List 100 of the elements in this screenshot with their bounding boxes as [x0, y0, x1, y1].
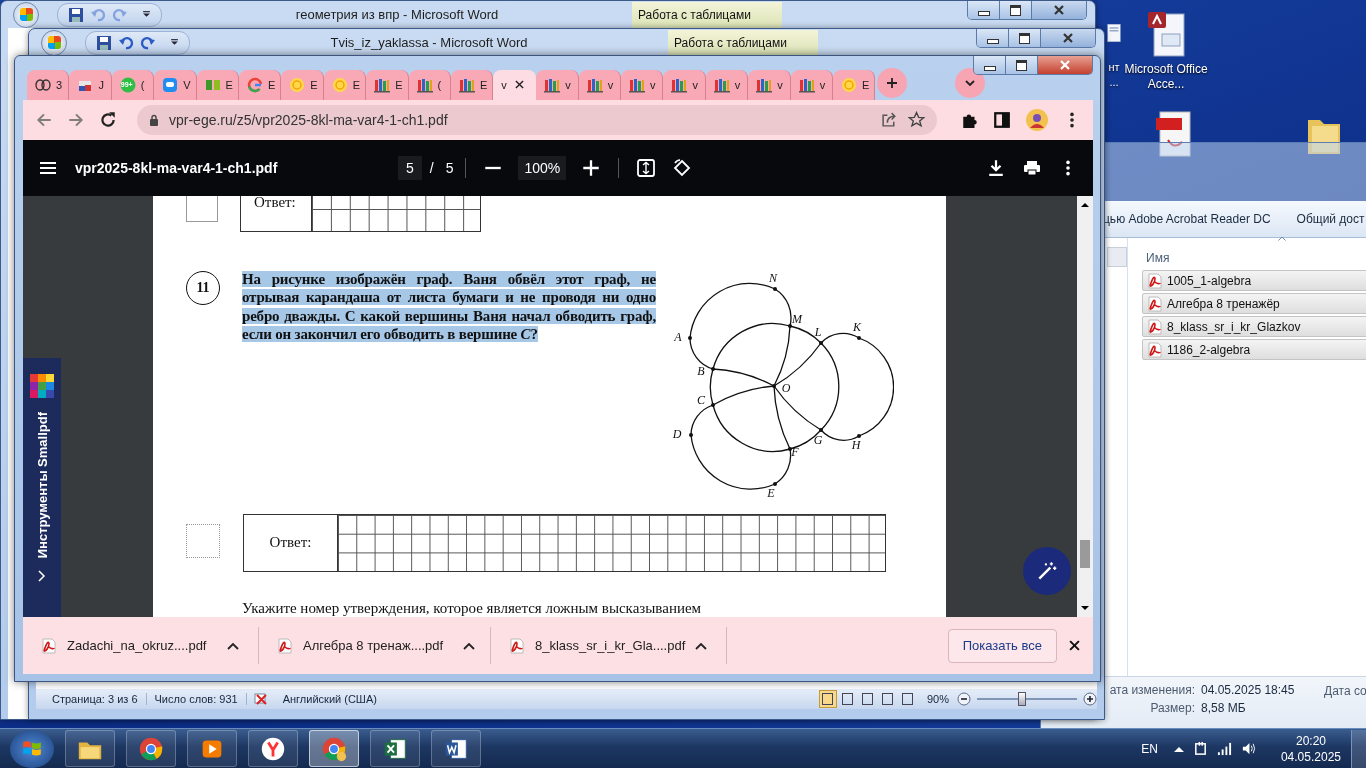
- minimize-button[interactable]: [977, 29, 1009, 47]
- caret-up-icon[interactable]: [463, 641, 475, 650]
- browser-tab[interactable]: J: [69, 69, 112, 100]
- side-panel[interactable]: Инструменты Smallpdf: [23, 357, 61, 618]
- signal-icon[interactable]: [1216, 741, 1232, 756]
- context-tab[interactable]: Работа с таблицами: [668, 29, 818, 56]
- browser-tab[interactable]: v: [748, 69, 791, 100]
- minimize-button[interactable]: [974, 56, 1006, 74]
- browser-tab[interactable]: E: [238, 69, 282, 100]
- start-button[interactable]: [10, 729, 54, 768]
- scroll-down-icon[interactable]: [1081, 605, 1089, 612]
- power-plug-icon[interactable]: [1192, 741, 1208, 756]
- toolbar-item[interactable]: Общий дост: [1296, 210, 1365, 228]
- clock[interactable]: 20:20 04.05.2025: [1280, 732, 1341, 765]
- zoom-field[interactable]: 100%: [518, 155, 567, 180]
- redo-icon[interactable]: [140, 34, 156, 51]
- taskbar-button[interactable]: [65, 730, 115, 767]
- taskbar-button[interactable]: [248, 730, 298, 767]
- browser-tab[interactable]: 3: [27, 69, 70, 100]
- zoom-level[interactable]: 90%: [926, 693, 949, 705]
- office-button[interactable]: [41, 29, 67, 56]
- show-all-button[interactable]: Показать все: [947, 628, 1057, 663]
- browser-tab[interactable]: E: [281, 69, 324, 100]
- browser-tab[interactable]: v: [663, 69, 706, 100]
- status-text[interactable]: Английский (США): [274, 693, 385, 705]
- side-panel-icon[interactable]: [993, 110, 1011, 129]
- close-icon[interactable]: [514, 80, 524, 90]
- share-icon[interactable]: [881, 111, 898, 129]
- address-field[interactable]: vpr-ege.ru/z5/vpr2025-8kl-ma-var4-1-ch1.pdf: [137, 104, 937, 135]
- file-row[interactable]: 8_klass_sr_i_kr_Glazkov: [1142, 316, 1366, 337]
- page-field[interactable]: 5: [398, 155, 422, 180]
- speaker-icon[interactable]: [1240, 741, 1256, 756]
- close-button[interactable]: [1041, 29, 1095, 47]
- browser-tab[interactable]: E: [450, 69, 494, 100]
- download-icon[interactable]: [987, 158, 1005, 177]
- star-icon[interactable]: [908, 111, 925, 129]
- zoom-out-icon[interactable]: [957, 692, 971, 706]
- tab-search-button[interactable]: [955, 67, 986, 98]
- browser-tab[interactable]: (: [408, 69, 451, 100]
- view-mode-button[interactable]: [818, 690, 837, 708]
- rotate-icon[interactable]: [673, 158, 692, 177]
- browser-tab[interactable]: E: [323, 69, 367, 100]
- maximize-button[interactable]: [1009, 29, 1041, 47]
- dropdown-caret-icon[interactable]: [142, 10, 151, 19]
- database-icon[interactable]: [1146, 10, 1186, 58]
- browser-tab[interactable]: E: [196, 69, 239, 100]
- column-header[interactable]: Имя: [1146, 251, 1170, 265]
- caret-up-icon[interactable]: [227, 641, 239, 650]
- browser-tab[interactable]: v: [578, 69, 622, 100]
- close-button[interactable]: [1038, 56, 1092, 74]
- close-button[interactable]: [1032, 1, 1086, 19]
- scroll-thumb[interactable]: [1080, 539, 1090, 568]
- spellcheck-icon[interactable]: [252, 691, 269, 707]
- zoom-in-icon[interactable]: [1083, 692, 1097, 706]
- browser-tab[interactable]: v: [493, 69, 537, 100]
- vertex-label: H: [851, 437, 861, 452]
- print-icon[interactable]: [1023, 158, 1041, 177]
- browser-tab[interactable]: V: [154, 69, 197, 100]
- taskbar-button[interactable]: [370, 730, 420, 767]
- browser-tab[interactable]: v: [705, 69, 749, 100]
- dropdown-caret-icon[interactable]: [170, 38, 179, 47]
- save-icon[interactable]: [68, 6, 84, 23]
- file-row[interactable]: 1186_2-algebra: [1142, 339, 1366, 360]
- context-tab[interactable]: Работа с таблицами: [632, 1, 782, 28]
- browser-tab[interactable]: v: [790, 69, 834, 100]
- file-row[interactable]: Алгебра 8 тренажёр: [1142, 293, 1366, 314]
- undo-icon[interactable]: [118, 34, 134, 51]
- download-item[interactable]: Zadachi_na_okruz....pdf: [23, 627, 259, 665]
- download-item[interactable]: 8_klass_sr_i_kr_Gla....pdf: [491, 627, 727, 665]
- slider-thumb[interactable]: [1018, 692, 1027, 706]
- taskbar-button[interactable]: [431, 730, 481, 767]
- reload-icon[interactable]: [99, 110, 117, 129]
- save-icon[interactable]: [96, 34, 112, 51]
- browser-tab[interactable]: v: [621, 69, 664, 100]
- maximize-button[interactable]: [1000, 1, 1032, 19]
- browser-tab[interactable]: E: [833, 69, 876, 100]
- close-icon[interactable]: [1069, 640, 1080, 652]
- file-row[interactable]: 1005_1-algebra: [1142, 270, 1366, 291]
- download-item[interactable]: Алгебра 8 тренаж....pdf: [259, 627, 491, 665]
- fit-page-icon[interactable]: [637, 158, 656, 177]
- taskbar-button[interactable]: [187, 730, 237, 767]
- caret-up-icon[interactable]: [695, 641, 707, 650]
- taskbar-button[interactable]: [126, 730, 176, 767]
- office-button[interactable]: [13, 1, 39, 28]
- pdf-file-icon[interactable]: [1154, 110, 1194, 158]
- page-icon: [902, 693, 914, 705]
- browser-tab[interactable]: v: [536, 69, 579, 100]
- show-hidden-icons-icon[interactable]: [1173, 745, 1184, 752]
- magic-wand-button[interactable]: [1023, 546, 1071, 595]
- new-tab-button[interactable]: [877, 67, 908, 98]
- avatar-icon[interactable]: [1025, 107, 1049, 132]
- chevron-right-icon[interactable]: [38, 570, 46, 583]
- language-indicator[interactable]: EN: [1141, 741, 1158, 756]
- status-text[interactable]: Число слов: 931: [146, 693, 247, 705]
- minimize-button[interactable]: [968, 1, 1000, 19]
- status-text[interactable]: Страница: 3 из 6: [44, 693, 147, 705]
- show-desktop-button[interactable]: [1351, 729, 1366, 768]
- browser-tab[interactable]: E: [366, 69, 409, 100]
- scrollbar[interactable]: [1077, 195, 1093, 618]
- maximize-button[interactable]: [1006, 56, 1038, 74]
